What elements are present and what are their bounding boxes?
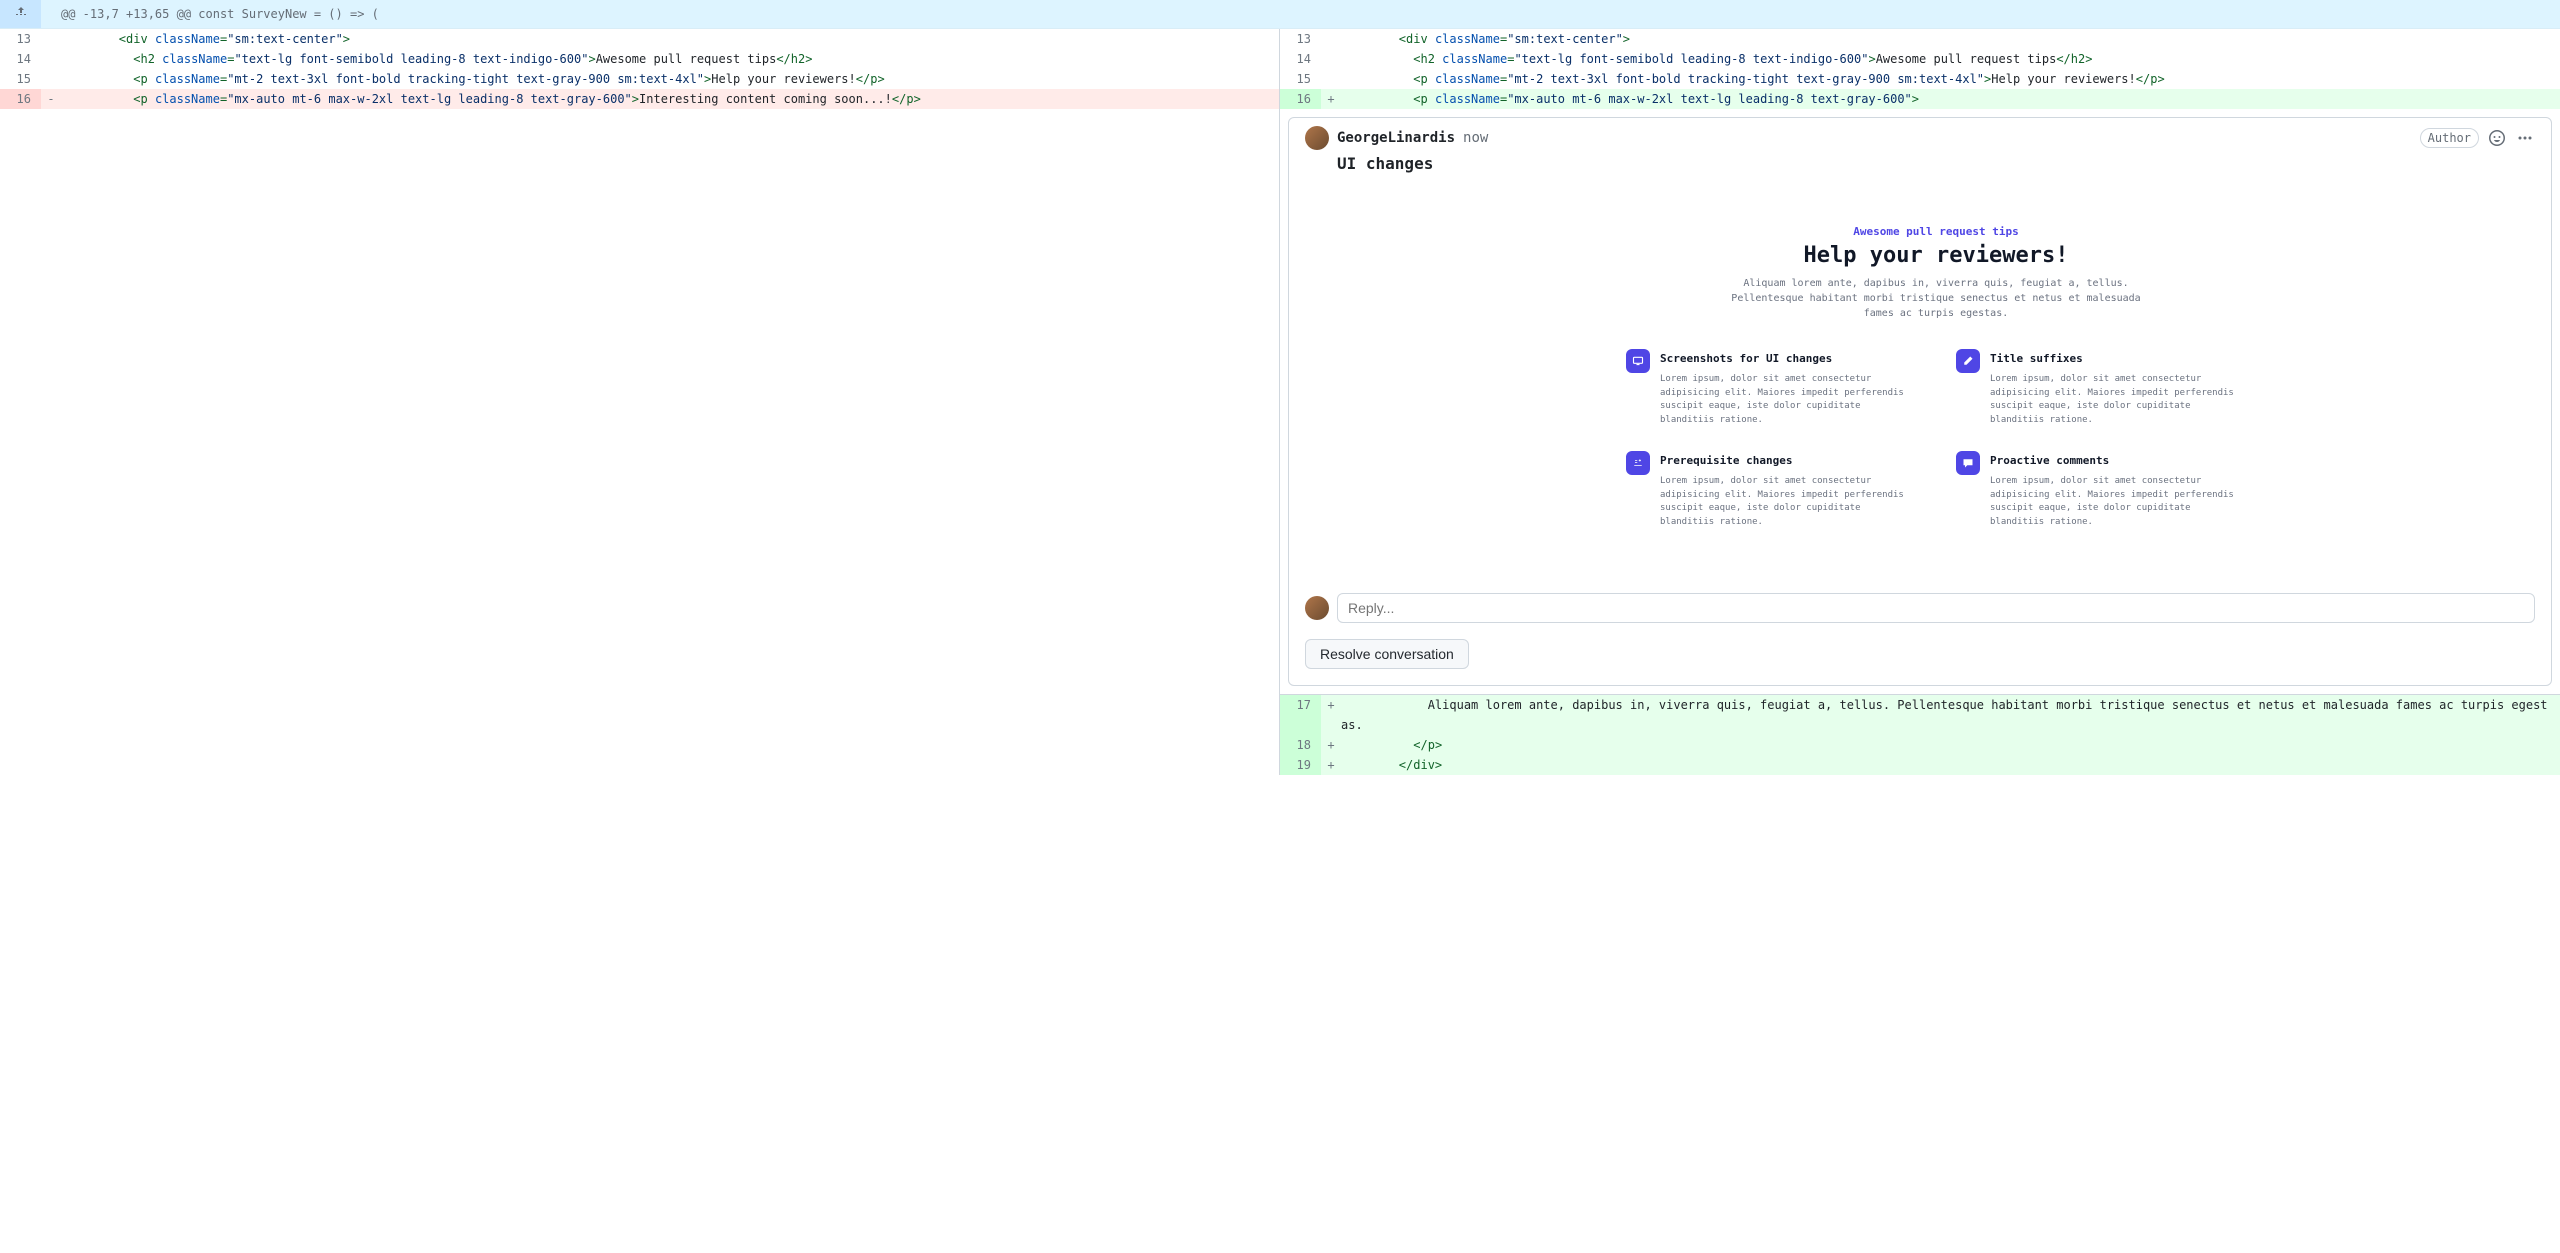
diff-line[interactable]: 14 <h2 className="text-lg font-semibold … (1280, 49, 2560, 69)
diff-line[interactable]: 15 <p className="mt-2 text-3xl font-bold… (1280, 69, 2560, 89)
comment-menu-button[interactable] (2515, 128, 2535, 148)
feature-title: Prerequisite changes (1660, 451, 1916, 471)
feature-desc: Lorem ipsum, dolor sit amet consectetur … (1990, 475, 2246, 529)
feature-desc: Lorem ipsum, dolor sit amet consectetur … (1990, 373, 2246, 427)
feature-title: Title suffixes (1990, 349, 2246, 369)
diff-line[interactable]: 19+ </div> (1280, 755, 2560, 775)
comment-title: UI changes (1289, 150, 2551, 182)
line-number[interactable]: 14 (1280, 49, 1321, 69)
code-content: <p className="mx-auto mt-6 max-w-2xl tex… (1341, 89, 2560, 109)
code-content: <p className="mx-auto mt-6 max-w-2xl tex… (61, 89, 1279, 109)
diff-marker (41, 49, 61, 69)
diff-marker (1321, 49, 1341, 69)
diff-marker: - (41, 89, 61, 109)
diff-line[interactable]: 14 <h2 className="text-lg font-semibold … (0, 49, 1279, 69)
resolve-conversation-button[interactable]: Resolve conversation (1305, 639, 1469, 669)
line-number[interactable]: 17 (1280, 695, 1321, 735)
line-number[interactable]: 15 (1280, 69, 1321, 89)
feature-desc: Lorem ipsum, dolor sit amet consectetur … (1660, 475, 1916, 529)
plusminus-icon (1626, 451, 1650, 475)
diff-marker (1321, 29, 1341, 49)
diff-marker: + (1321, 735, 1341, 755)
line-number[interactable]: 16 (1280, 89, 1321, 109)
code-content: Aliquam lorem ante, dapibus in, viverra … (1341, 695, 2560, 735)
line-number[interactable]: 16 (0, 89, 41, 109)
hunk-header: @@ -13,7 +13,65 @@ const SurveyNew = () … (0, 0, 2560, 29)
diff-left-pane: 13 <div className="sm:text-center">14 <h… (0, 29, 1280, 775)
preview-feature: Proactive comments Lorem ipsum, dolor sit… (1956, 451, 2246, 529)
diff-line[interactable]: 17+ Aliquam lorem ante, dapibus in, vive… (1280, 695, 2560, 735)
preview-feature: Screenshots for UI changes Lorem ipsum, d… (1626, 349, 1916, 427)
preview-kicker: Awesome pull request tips (1361, 222, 2511, 242)
code-content: <div className="sm:text-center"> (61, 29, 1279, 49)
code-content: <div className="sm:text-center"> (1341, 29, 2560, 49)
ui-preview-panel: Awesome pull request tips Help your revi… (1337, 190, 2535, 569)
line-number[interactable]: 15 (0, 69, 41, 89)
diff-line[interactable]: 16+ <p className="mx-auto mt-6 max-w-2xl… (1280, 89, 2560, 109)
preview-subtext: Aliquam lorem ante, dapibus in, viverra … (1726, 276, 2146, 321)
code-content: </p> (1341, 735, 2560, 755)
comment-header: GeorgeLinardis now Author (1289, 118, 2551, 150)
diff-marker: + (1321, 695, 1341, 735)
diff-line[interactable]: 18+ </p> (1280, 735, 2560, 755)
chat-icon (1956, 451, 1980, 475)
line-number[interactable]: 13 (1280, 29, 1321, 49)
comment-timestamp: now (1463, 128, 1488, 148)
smiley-icon (2489, 130, 2505, 146)
diff-line[interactable]: 16- <p className="mx-auto mt-6 max-w-2xl… (0, 89, 1279, 109)
review-comment-container: GeorgeLinardis now Author UI changes (1280, 109, 2560, 695)
diff-marker: + (1321, 89, 1341, 109)
author-name[interactable]: GeorgeLinardis (1337, 128, 1455, 148)
code-content: <h2 className="text-lg font-semibold lea… (61, 49, 1279, 69)
feature-title: Proactive comments (1990, 451, 2246, 471)
diff-marker (41, 29, 61, 49)
author-badge: Author (2420, 128, 2479, 148)
code-content: </div> (1341, 755, 2560, 775)
preview-feature-grid: Screenshots for UI changes Lorem ipsum, d… (1626, 349, 2246, 529)
feature-title: Screenshots for UI changes (1660, 349, 1916, 369)
preview-feature: Title suffixes Lorem ipsum, dolor sit ame… (1956, 349, 2246, 427)
diff-marker (1321, 69, 1341, 89)
line-number[interactable]: 13 (0, 29, 41, 49)
diff-marker (41, 69, 61, 89)
feature-desc: Lorem ipsum, dolor sit amet consectetur … (1660, 373, 1916, 427)
diff-line[interactable]: 13 <div className="sm:text-center"> (0, 29, 1279, 49)
diff-line[interactable]: 15 <p className="mt-2 text-3xl font-bold… (0, 69, 1279, 89)
unfold-icon (13, 6, 29, 22)
preview-feature: Prerequisite changes Lorem ipsum, dolor s… (1626, 451, 1916, 529)
diff-line[interactable]: 13 <div className="sm:text-center"> (1280, 29, 2560, 49)
preview-headline: Help your reviewers! (1361, 246, 2511, 266)
author-avatar[interactable] (1305, 126, 1329, 150)
code-content: <p className="mt-2 text-3xl font-bold tr… (1341, 69, 2560, 89)
hunk-text: @@ -13,7 +13,65 @@ const SurveyNew = () … (41, 0, 2560, 28)
code-content: <h2 className="text-lg font-semibold lea… (1341, 49, 2560, 69)
review-comment-card: GeorgeLinardis now Author UI changes (1288, 117, 2552, 686)
code-content: <p className="mt-2 text-3xl font-bold tr… (61, 69, 1279, 89)
add-reaction-button[interactable] (2487, 128, 2507, 148)
diff-marker: + (1321, 755, 1341, 775)
diff-right-pane: 13 <div className="sm:text-center">14 <h… (1280, 29, 2560, 775)
kebab-icon (2517, 130, 2533, 146)
line-number[interactable]: 14 (0, 49, 41, 69)
pencil-icon (1956, 349, 1980, 373)
monitor-icon (1626, 349, 1650, 373)
reply-avatar[interactable] (1305, 596, 1329, 620)
expand-hunk-button[interactable] (0, 0, 41, 28)
reply-row (1289, 585, 2551, 631)
line-number[interactable]: 18 (1280, 735, 1321, 755)
reply-input[interactable] (1337, 593, 2535, 623)
diff-split-view: 13 <div className="sm:text-center">14 <h… (0, 29, 2560, 775)
line-number[interactable]: 19 (1280, 755, 1321, 775)
